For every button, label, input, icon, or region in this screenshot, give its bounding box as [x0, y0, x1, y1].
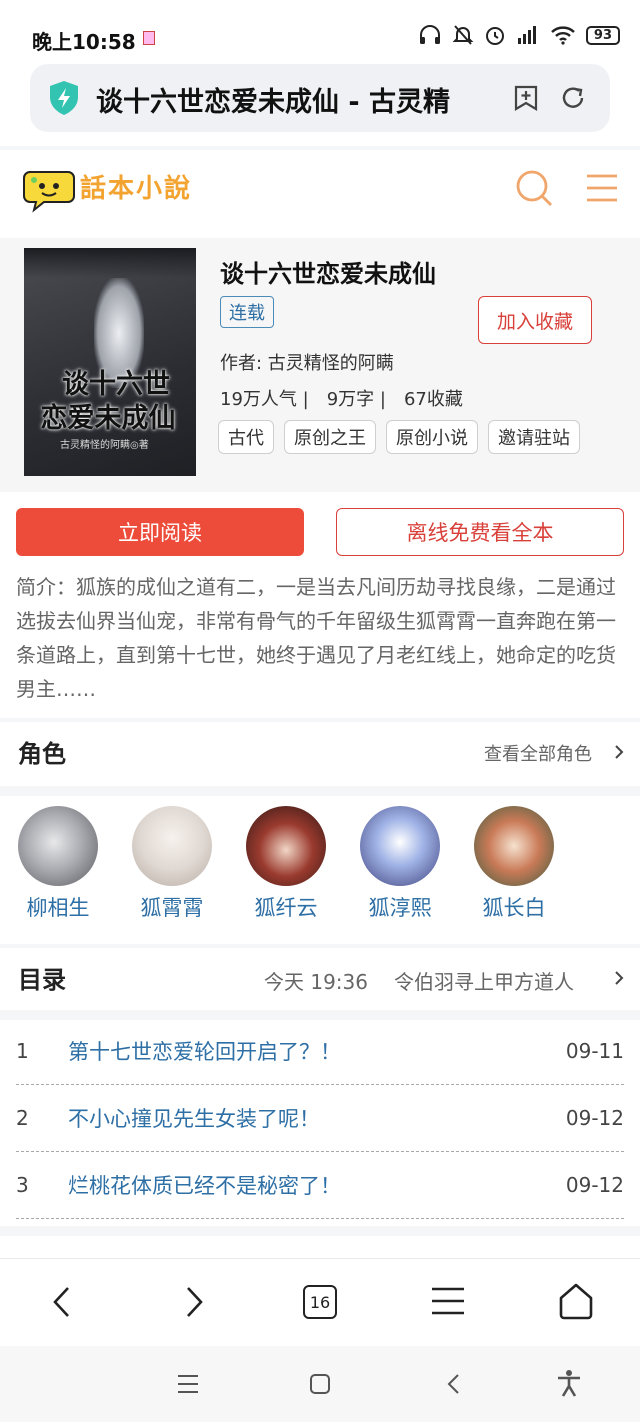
read-now-button[interactable]: 立即阅读 — [16, 508, 304, 556]
chapter-number: 1 — [16, 1039, 29, 1063]
divider — [0, 1226, 640, 1236]
character-name[interactable]: 狐淳熙 — [369, 892, 432, 922]
site-logo-icon[interactable] — [22, 166, 76, 214]
add-bookmark-icon[interactable] — [512, 84, 540, 112]
tag-ancient[interactable]: 古代 — [218, 420, 274, 454]
chapter-number: 3 — [16, 1173, 29, 1197]
popularity-stat: 19万人气 | — [220, 389, 309, 410]
page-url-title[interactable]: 谈十六世恋爱未成仙 - 古灵精 — [96, 80, 476, 119]
book-title: 谈十六世恋爱未成仙 — [220, 260, 436, 288]
character-item[interactable]: 柳相生 — [18, 806, 98, 922]
forward-icon[interactable] — [180, 1284, 208, 1320]
latest-update-time: 今天 19:36 — [264, 970, 368, 994]
cover-title-line2: 恋爱未成仙 — [40, 403, 176, 434]
refresh-icon[interactable] — [559, 84, 587, 112]
character-list: 柳相生 狐霄霄 狐纤云 狐淳熙 狐长白 — [18, 806, 554, 922]
chapter-title[interactable]: 第十七世恋爱轮回开启了？！ — [68, 1036, 566, 1066]
view-all-characters-link[interactable]: 查看全部角色 — [484, 740, 592, 766]
character-name[interactable]: 狐纤云 — [255, 892, 318, 922]
character-item[interactable]: 狐淳熙 — [360, 806, 440, 922]
wifi-icon — [551, 26, 575, 45]
divider — [0, 718, 640, 722]
avatar[interactable] — [246, 806, 326, 886]
character-item[interactable]: 狐纤云 — [246, 806, 326, 922]
add-favorite-button[interactable]: 加入收藏 — [478, 296, 592, 344]
chevron-right-icon[interactable] — [612, 742, 626, 762]
character-item[interactable]: 狐长白 — [474, 806, 554, 922]
toc-heading: 目录 — [18, 966, 66, 994]
battery-indicator: 93 — [585, 25, 620, 45]
notification-icon — [143, 31, 155, 45]
chapter-date: 09-12 — [565, 1173, 624, 1197]
back-icon[interactable] — [48, 1284, 76, 1320]
book-intro: 简介：狐族的成仙之道有二，一是当去凡间历劫寻找良缘，二是通过选拔去仙界当仙宠，非… — [16, 575, 616, 701]
chapter-date: 09-11 — [565, 1039, 624, 1063]
avatar[interactable] — [132, 806, 212, 886]
alarm-icon — [485, 27, 504, 45]
chapter-row[interactable]: 2 不小心撞见先生女装了呢！ 09-12 — [16, 1085, 624, 1152]
character-item[interactable]: 狐霄霄 — [132, 806, 212, 922]
accessibility-icon[interactable] — [556, 1369, 582, 1397]
home-icon[interactable] — [558, 1282, 594, 1320]
status-time: 晚上10:58 — [32, 30, 136, 54]
book-author[interactable]: 作者: 古灵精怪的阿瞒 — [220, 349, 394, 375]
characters-heading: 角色 — [18, 740, 66, 768]
favorites-stat: 67收藏 — [403, 389, 463, 410]
chevron-right-icon[interactable] — [612, 968, 626, 988]
book-stats: 19万人气 | 9万字 | 67收藏 — [220, 385, 481, 411]
avatar[interactable] — [18, 806, 98, 886]
character-name[interactable]: 狐长白 — [483, 892, 546, 922]
word-count-stat: 9万字 | — [326, 389, 386, 410]
character-name[interactable]: 狐霄霄 — [141, 892, 204, 922]
cover-author: 古灵精怪的阿瞒◎著 — [60, 440, 149, 451]
chapter-title[interactable]: 不小心撞见先生女装了呢！ — [68, 1103, 566, 1133]
status-icons: 93 — [418, 24, 620, 46]
divider — [0, 146, 640, 150]
tab-count: 16 — [309, 1292, 331, 1312]
chapter-title[interactable]: 烂桃花体质已经不是秘密了！ — [68, 1170, 566, 1200]
latest-chapter-link[interactable]: 令伯羽寻上甲方道人 — [394, 966, 574, 995]
tag-original-novel[interactable]: 原创小说 — [386, 420, 478, 454]
recent-apps-icon[interactable] — [176, 1373, 200, 1395]
avatar[interactable] — [360, 806, 440, 886]
chapter-number: 2 — [16, 1106, 29, 1130]
secure-shield-icon — [50, 81, 78, 115]
character-name[interactable]: 柳相生 — [27, 892, 90, 922]
search-icon[interactable] — [514, 168, 554, 208]
divider — [0, 786, 640, 796]
browser-menu-icon[interactable] — [430, 1286, 466, 1316]
book-tags: 古代 原创之王 原创小说 邀请驻站 — [218, 420, 580, 454]
system-back-icon[interactable] — [444, 1372, 464, 1396]
menu-icon[interactable] — [584, 172, 620, 204]
chapter-row[interactable]: 1 第十七世恋爱轮回开启了？！ 09-11 — [16, 1018, 624, 1085]
avatar[interactable] — [474, 806, 554, 886]
system-home-icon[interactable] — [309, 1373, 331, 1395]
offline-read-button[interactable]: 离线免费看全本 — [336, 508, 624, 556]
signal-icon — [517, 26, 536, 44]
chapter-date: 09-12 — [565, 1106, 624, 1130]
tag-invited-resident[interactable]: 邀请驻站 — [488, 420, 580, 454]
headphones-icon — [419, 25, 440, 44]
book-cover[interactable]: 谈十六世 恋爱未成仙 古灵精怪的阿瞒◎著 — [24, 248, 196, 476]
divider — [0, 944, 640, 948]
serial-status-badge: 连载 — [220, 296, 274, 328]
mute-bell-icon — [452, 25, 474, 45]
tabs-button[interactable]: 16 — [303, 1285, 337, 1319]
site-logo-text[interactable]: 話本小說 — [80, 168, 192, 205]
tag-original-king[interactable]: 原创之王 — [284, 420, 376, 454]
chapter-row[interactable]: 3 烂桃花体质已经不是秘密了！ 09-12 — [16, 1152, 624, 1219]
